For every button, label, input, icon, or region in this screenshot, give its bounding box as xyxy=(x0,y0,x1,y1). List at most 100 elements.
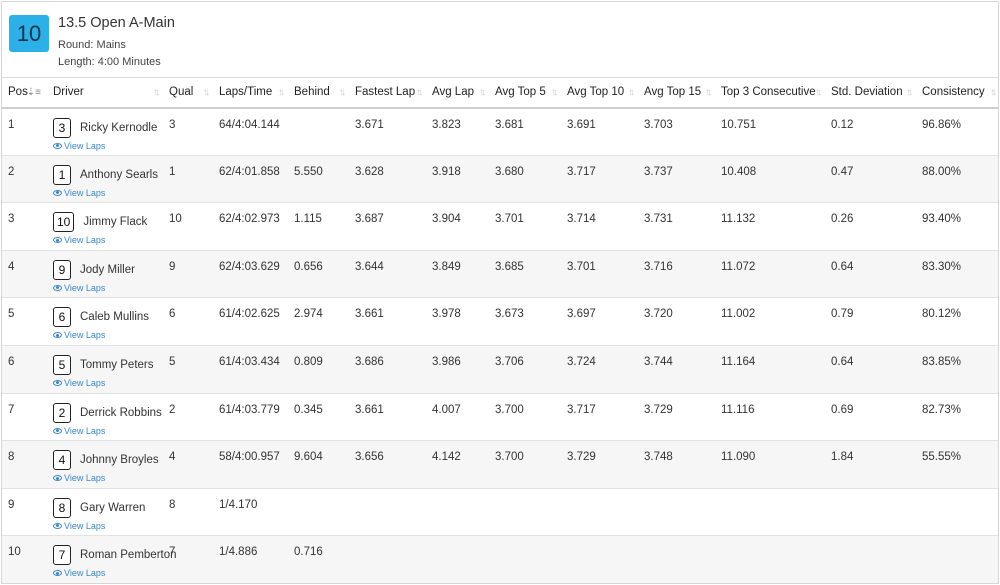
col-header-consistency[interactable]: Consistency ↑↓ xyxy=(916,78,998,108)
col-header-avg-top-10[interactable]: Avg Top 10 ↑↓ xyxy=(561,78,638,108)
cell-avg-top-5: 3.700 xyxy=(495,403,524,416)
sort-icon[interactable]: ↑↓ xyxy=(990,87,997,98)
cell-consistency: 96.86% xyxy=(922,118,962,131)
cell-laps-time: 61/4:02.625 xyxy=(219,308,280,321)
col-header-pos[interactable]: Pos ⇣≡ xyxy=(2,78,47,108)
cell-avg-top-15 xyxy=(638,488,715,536)
cell-std-deviation xyxy=(825,488,916,536)
view-laps-label: View Laps xyxy=(64,282,106,293)
eye-icon xyxy=(53,475,62,482)
col-header-avg-top-15[interactable]: Avg Top 15 ↑↓ xyxy=(638,78,715,108)
cell-pos: 8 xyxy=(8,451,15,464)
table-row: 10 7 Roman Pemberton View Laps 7 1/4.886 0.716 xyxy=(2,535,998,583)
driver-name: Gary Warren xyxy=(80,501,146,514)
cell-avg-top-5: 3.700 xyxy=(495,451,524,464)
cell-avg-top-15: 3.737 xyxy=(644,165,673,178)
cell-consistency xyxy=(916,536,998,583)
sort-descending-icon[interactable]: ⇣≡ xyxy=(27,87,41,98)
cell-std-deviation: 0.64 xyxy=(831,355,854,368)
cell-top-3-consecutive: 11.132 xyxy=(721,213,756,226)
cell-avg-top-15: 3.748 xyxy=(644,451,673,464)
cell-behind xyxy=(288,488,349,536)
cell-avg-top-15: 3.744 xyxy=(644,355,673,368)
cell-top-3-consecutive: 10.408 xyxy=(721,165,757,178)
view-laps-link[interactable]: View Laps xyxy=(53,426,163,436)
cell-laps-time: 62/4:03.629 xyxy=(219,260,280,273)
cell-driver: 1 Anthony Searls View Laps xyxy=(47,155,163,203)
col-header-top-3-consecutive[interactable]: Top 3 Consecutive ↑↓ xyxy=(715,78,825,108)
view-laps-link[interactable]: View Laps xyxy=(53,235,163,245)
driver-name: Anthony Searls xyxy=(80,168,158,181)
cell-consistency: 80.12% xyxy=(922,308,962,321)
sort-icon[interactable]: ↑↓ xyxy=(278,87,285,98)
cell-qual: 10 xyxy=(169,213,182,226)
col-header-avg-lap[interactable]: Avg Lap ↑↓ xyxy=(426,78,489,108)
eye-icon xyxy=(53,522,62,529)
driver-name: Caleb Mullins xyxy=(80,311,150,324)
race-title: 13.5 Open A-Main xyxy=(58,15,175,31)
table-row: 9 8 Gary Warren View Laps 8 1/4.170 xyxy=(2,488,998,536)
cell-top-3-consecutive: 11.002 xyxy=(721,308,756,321)
cell-laps-time: 58/4:00.957 xyxy=(219,451,280,464)
cell-avg-top-10: 3.724 xyxy=(567,355,596,368)
cell-avg-top-10: 3.701 xyxy=(567,260,596,273)
col-header-avg-top-5[interactable]: Avg Top 5 ↑↓ xyxy=(489,78,561,108)
driver-line: 8 Gary Warren xyxy=(53,497,163,518)
sort-icon[interactable]: ↑↓ xyxy=(416,87,423,98)
view-laps-link[interactable]: View Laps xyxy=(53,521,163,531)
sort-icon[interactable]: ↑↓ xyxy=(628,87,635,98)
cell-consistency: 82.73% xyxy=(922,403,962,416)
driver-name: Tommy Peters xyxy=(80,358,154,371)
col-header-qual[interactable]: Qual ↑↓ xyxy=(163,78,213,108)
cell-consistency: 83.85% xyxy=(922,355,962,368)
cell-fastest-lap: 3.644 xyxy=(355,260,384,273)
cell-pos: 10 xyxy=(8,546,21,559)
cell-laps-time: 62/4:01.858 xyxy=(219,165,280,178)
cell-avg-top-10: 3.714 xyxy=(567,213,596,226)
view-laps-link[interactable]: View Laps xyxy=(53,473,163,483)
view-laps-label: View Laps xyxy=(64,473,106,484)
cell-qual: 9 xyxy=(169,260,176,273)
cell-fastest-lap xyxy=(349,488,426,536)
sort-icon[interactable]: ↑↓ xyxy=(479,87,486,98)
cell-avg-top-10: 3.717 xyxy=(567,165,596,178)
col-header-behind[interactable]: Behind ↑↓ xyxy=(288,78,349,108)
sort-icon[interactable]: ↑↓ xyxy=(339,87,346,98)
cell-avg-top-5: 3.681 xyxy=(495,118,524,131)
cell-qual: 3 xyxy=(169,118,176,131)
sort-icon[interactable]: ↑↓ xyxy=(551,87,558,98)
cell-qual: 2 xyxy=(169,403,176,416)
view-laps-link[interactable]: View Laps xyxy=(53,330,163,340)
sort-icon[interactable]: ↑↓ xyxy=(203,87,210,98)
cell-avg-top-15 xyxy=(638,536,715,583)
view-laps-link[interactable]: View Laps xyxy=(53,378,163,388)
col-header-std-deviation[interactable]: Std. Deviation ↑↓ xyxy=(825,78,916,108)
cell-behind: 0.809 xyxy=(294,355,323,368)
driver-line: 7 Roman Pemberton xyxy=(53,545,177,566)
cell-avg-top-5: 3.685 xyxy=(495,260,524,273)
view-laps-link[interactable]: View Laps xyxy=(53,283,163,293)
cell-driver: 4 Johnny Broyles View Laps xyxy=(47,441,163,489)
col-header-driver[interactable]: Driver ↑↓ xyxy=(47,78,163,108)
cell-behind: 9.604 xyxy=(294,451,323,464)
cell-avg-top-5 xyxy=(489,536,561,583)
car-number-badge: 5 xyxy=(53,354,71,375)
sort-icon[interactable]: ↑↓ xyxy=(705,87,712,98)
race-round: Round: Mains xyxy=(58,39,126,51)
sort-icon[interactable]: ↑↓ xyxy=(815,87,822,98)
cell-avg-top-10 xyxy=(561,488,638,536)
sort-icon[interactable]: ↑↓ xyxy=(153,87,160,98)
cell-top-3-consecutive: 10.751 xyxy=(721,118,757,131)
cell-avg-lap: 3.849 xyxy=(432,260,461,273)
view-laps-link[interactable]: View Laps xyxy=(53,568,163,578)
cell-avg-top-5: 3.706 xyxy=(495,355,524,368)
cell-top-3-consecutive xyxy=(715,536,825,583)
col-header-laps-time[interactable]: Laps/Time ↑↓ xyxy=(213,78,288,108)
race-number-badge: 10 xyxy=(9,15,49,52)
cell-fastest-lap xyxy=(349,536,426,583)
view-laps-link[interactable]: View Laps xyxy=(53,141,163,151)
view-laps-link[interactable]: View Laps xyxy=(53,188,163,198)
col-header-fastest-lap[interactable]: Fastest Lap ↑↓ xyxy=(349,78,426,108)
cell-driver: 5 Tommy Peters View Laps xyxy=(47,345,163,393)
sort-icon[interactable]: ↑↓ xyxy=(906,87,913,98)
